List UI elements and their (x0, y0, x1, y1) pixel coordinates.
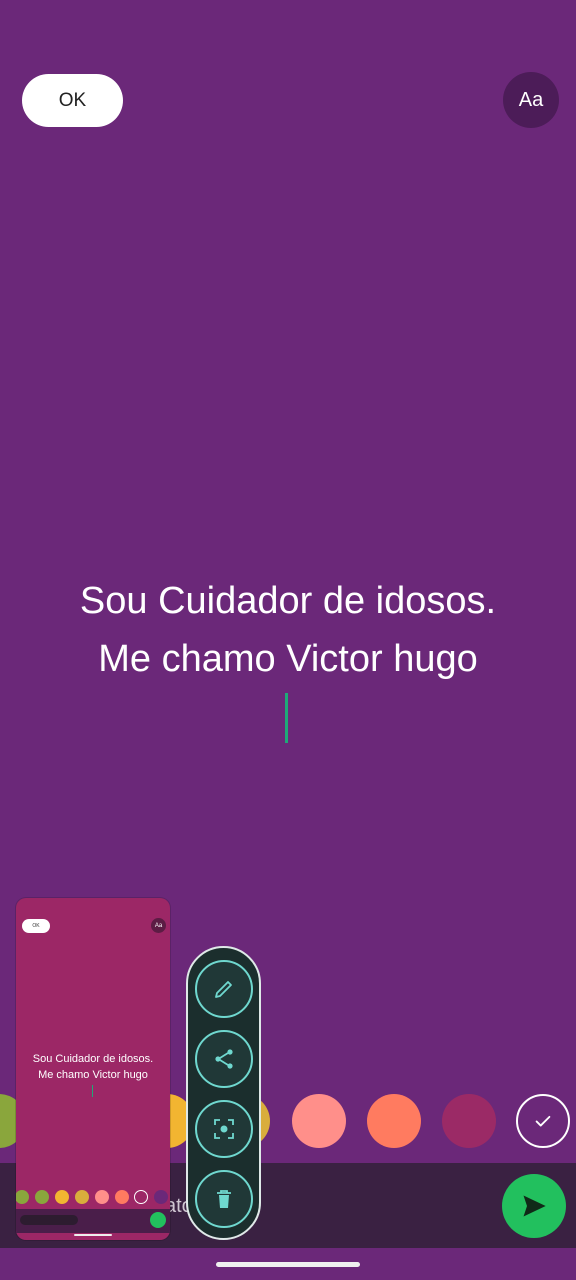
status-text-line-2: Me chamo Victor hugo (98, 638, 478, 680)
share-button[interactable] (195, 1030, 253, 1088)
screenshot-preview[interactable]: OK Aa Sou Cuidador de idosos. Me chamo V… (16, 898, 170, 1240)
preview-swatch-selected (134, 1190, 148, 1204)
home-indicator[interactable] (216, 1262, 360, 1267)
preview-send-button (150, 1212, 166, 1228)
preview-swatch (75, 1190, 89, 1204)
color-swatch[interactable] (442, 1094, 496, 1148)
color-swatch-selected[interactable] (516, 1094, 570, 1148)
scan-icon (214, 1119, 234, 1139)
share-icon (215, 1049, 233, 1069)
trash-icon (217, 1190, 231, 1208)
ok-button[interactable]: OK (22, 74, 123, 127)
preview-status-line-1: Sou Cuidador de idosos. (32, 1053, 154, 1065)
font-style-button[interactable]: Aa (503, 72, 559, 128)
status-text-line-1: Sou Cuidador de idosos. (79, 580, 497, 622)
preview-status-text: Sou Cuidador de idosos. Me chamo Victor … (16, 1051, 170, 1083)
preview-font-button: Aa (151, 918, 166, 933)
send-icon (523, 1195, 546, 1217)
preview-caret (92, 1085, 93, 1097)
preview-swatch (35, 1190, 49, 1204)
lens-button[interactable] (195, 1100, 253, 1158)
color-swatch[interactable] (367, 1094, 421, 1148)
preview-home-indicator (74, 1234, 112, 1236)
check-icon (535, 1115, 551, 1127)
status-text[interactable]: Sou Cuidador de idosos. Me chamo Victor … (0, 572, 576, 688)
delete-button[interactable] (195, 1170, 253, 1228)
screenshot-actions (186, 946, 261, 1240)
preview-swatch (16, 1190, 29, 1204)
preview-status-line-2: Me chamo Victor hugo (38, 1069, 148, 1081)
preview-ok-button: OK (22, 919, 50, 933)
preview-swatch (95, 1190, 109, 1204)
preview-swatch (55, 1190, 69, 1204)
preview-swatch (154, 1190, 168, 1204)
edit-button[interactable] (195, 960, 253, 1018)
preview-composer-input (20, 1215, 78, 1225)
pencil-icon (215, 981, 232, 998)
color-swatch[interactable] (292, 1094, 346, 1148)
text-caret (285, 693, 288, 743)
send-button[interactable] (502, 1174, 566, 1238)
preview-swatch (115, 1190, 129, 1204)
